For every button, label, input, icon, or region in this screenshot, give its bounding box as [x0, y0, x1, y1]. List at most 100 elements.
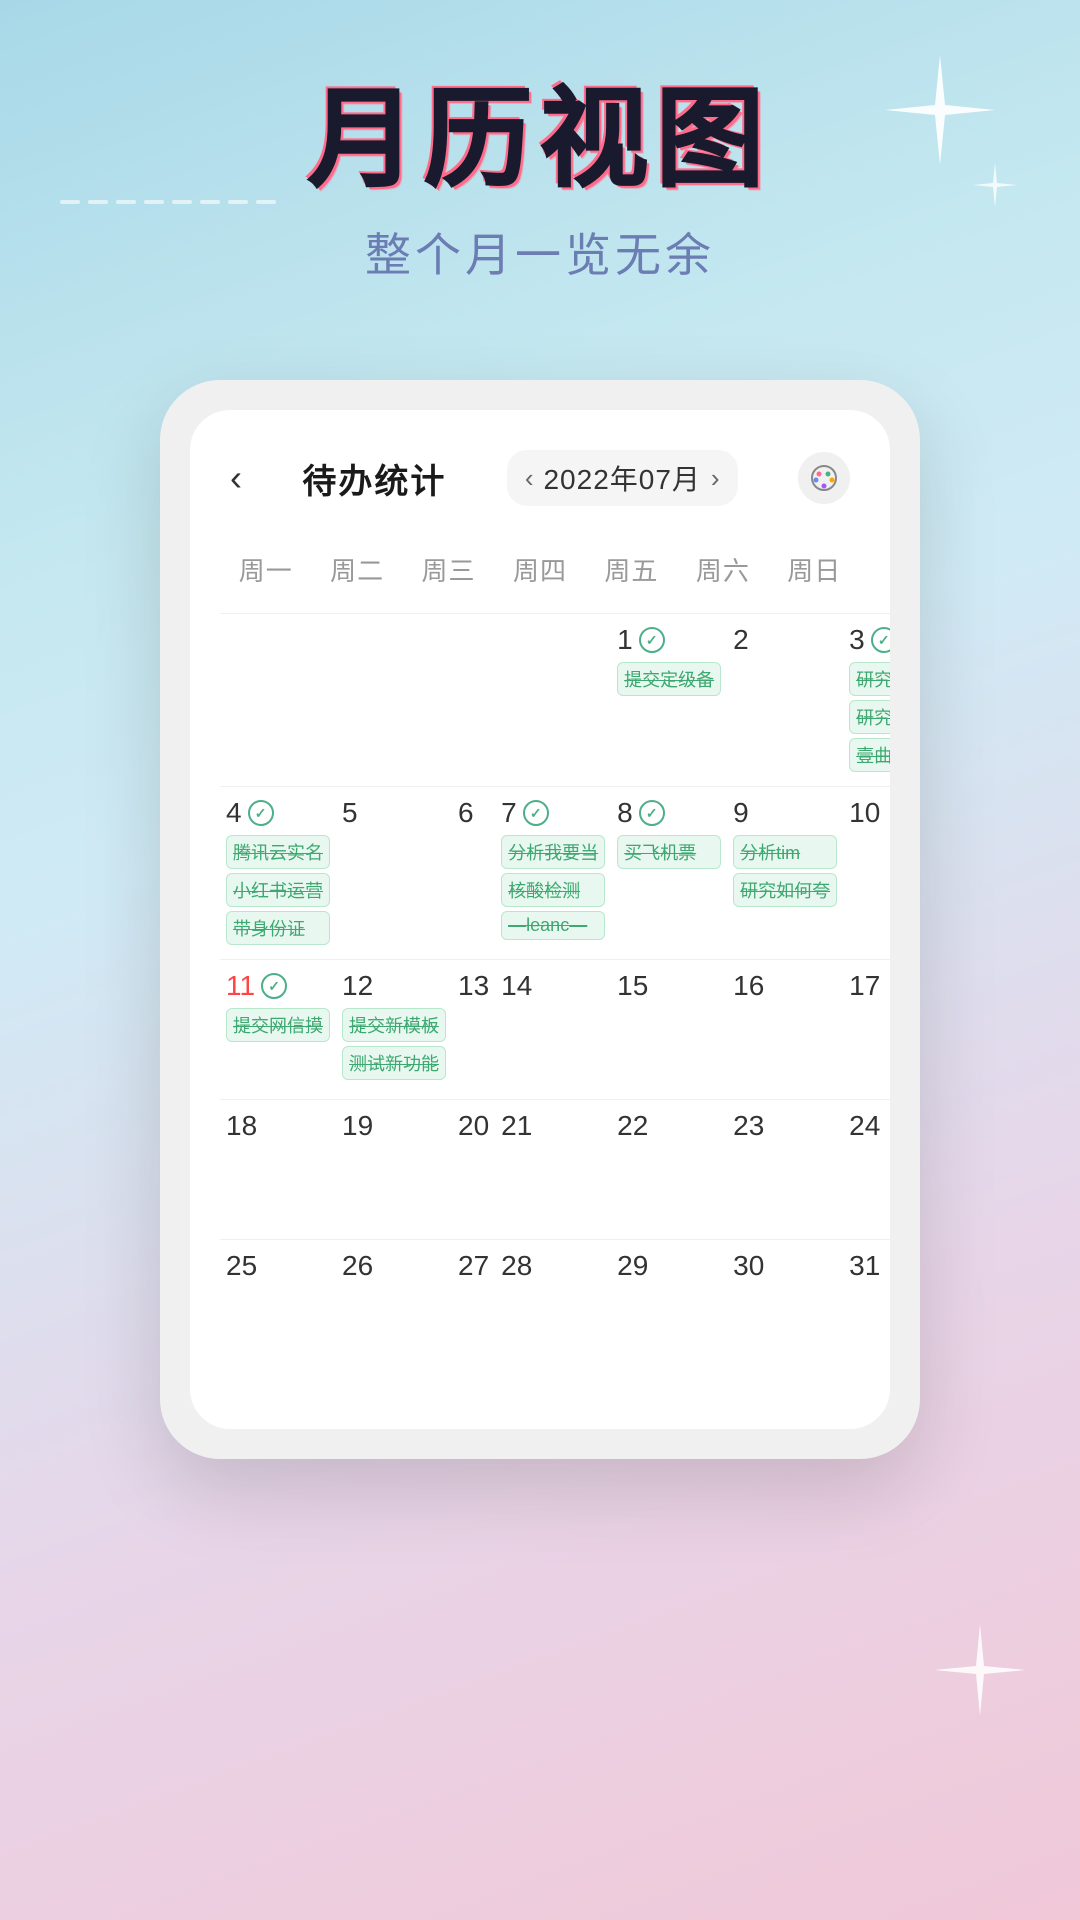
- task-tag[interactable]: 研究如何夸: [733, 873, 837, 907]
- day-number: 20: [458, 1110, 489, 1142]
- day-number: 4: [226, 797, 330, 829]
- main-title: 月历视图: [0, 80, 1080, 199]
- day-number: 21: [501, 1110, 605, 1142]
- calendar-day-4[interactable]: 4 腾讯云实名小红书运营带身份证: [220, 786, 336, 959]
- task-tag[interactable]: 核酸检测: [501, 873, 605, 907]
- theme-button[interactable]: [798, 452, 850, 504]
- day-number: 7: [501, 797, 605, 829]
- calendar-day-6[interactable]: 6: [452, 786, 495, 959]
- back-button[interactable]: ‹: [230, 457, 242, 499]
- day-number: 6: [458, 797, 489, 829]
- day-number: 17: [849, 970, 890, 1002]
- calendar-title: 待办统计: [302, 454, 446, 503]
- calendar-day-8[interactable]: 8 买飞机票: [611, 786, 727, 959]
- calendar-day-21[interactable]: 21: [495, 1099, 611, 1239]
- day-number: 15: [617, 970, 721, 1002]
- task-tag[interactable]: 研究如何复: [849, 662, 890, 696]
- calendar-day-11[interactable]: 11提交网信摸: [220, 959, 336, 1099]
- check-icon: [523, 800, 549, 826]
- task-tag[interactable]: 提交网信摸: [226, 1008, 330, 1042]
- calendar-day-15[interactable]: 15: [611, 959, 727, 1099]
- day-number: 8: [617, 797, 721, 829]
- calendar-day-empty: .: [452, 613, 495, 786]
- task-tag[interactable]: 小红书运营: [226, 873, 330, 907]
- weekday-header-row: 周一 周二 周三 周四 周五 周六 周日: [220, 541, 860, 598]
- calendar-day-29[interactable]: 29: [611, 1239, 727, 1379]
- calendar-day-2[interactable]: 2: [727, 613, 843, 786]
- palette-icon: [810, 464, 838, 492]
- weekday-mon: 周一: [220, 541, 311, 598]
- task-tag[interactable]: 腾讯云实名: [226, 835, 330, 869]
- calendar-day-12[interactable]: 12 提交新模板测试新功能: [336, 959, 452, 1099]
- month-label: 2022年07月: [543, 458, 700, 498]
- day-number-empty: .: [458, 624, 489, 656]
- task-tag[interactable]: —leanc—: [501, 911, 605, 940]
- day-number: 3: [849, 624, 890, 656]
- day-number: 14: [501, 970, 605, 1002]
- day-number-empty: .: [226, 624, 330, 656]
- task-tag[interactable]: 提交新模板: [342, 1008, 446, 1042]
- calendar-day-1[interactable]: 1提交定级备: [611, 613, 727, 786]
- calendar-day-25[interactable]: 25: [220, 1239, 336, 1379]
- day-number: 23: [733, 1110, 837, 1142]
- calendar-day-empty: .: [495, 613, 611, 786]
- calendar-day-17[interactable]: 17: [843, 959, 890, 1099]
- calendar-day-empty: .: [220, 613, 336, 786]
- calendar-day-31[interactable]: 31: [843, 1239, 890, 1379]
- calendar-day-14[interactable]: 14: [495, 959, 611, 1099]
- calendar-day-9[interactable]: 9分析tim研究如何夸: [727, 786, 843, 959]
- day-number: 2: [733, 624, 837, 656]
- day-number: 24: [849, 1110, 890, 1142]
- calendar-day-19[interactable]: 19: [336, 1099, 452, 1239]
- task-tag[interactable]: 分析我要当: [501, 835, 605, 869]
- calendar-day-5[interactable]: 5: [336, 786, 452, 959]
- day-number-empty: .: [501, 624, 605, 656]
- calendar-day-20[interactable]: 20: [452, 1099, 495, 1239]
- day-number: 19: [342, 1110, 446, 1142]
- task-tag[interactable]: 提交定级备: [617, 662, 721, 696]
- phone-inner: ‹ 待办统计 ‹ 2022年07月 › 周一 周二: [190, 410, 890, 1429]
- calendar-day-13[interactable]: 13: [452, 959, 495, 1099]
- calendar-header: ‹ 待办统计 ‹ 2022年07月 ›: [220, 450, 860, 506]
- calendar-day-24[interactable]: 24: [843, 1099, 890, 1239]
- calendar-day-10[interactable]: 10: [843, 786, 890, 959]
- day-number: 12: [342, 970, 446, 1002]
- calendar-day-22[interactable]: 22: [611, 1099, 727, 1239]
- day-number: 22: [617, 1110, 721, 1142]
- weekday-thu: 周四: [494, 541, 585, 598]
- weekday-fri: 周五: [586, 541, 677, 598]
- calendar-day-23[interactable]: 23: [727, 1099, 843, 1239]
- task-tag[interactable]: 测试新功能: [342, 1046, 446, 1080]
- task-tag[interactable]: 分析tim: [733, 835, 837, 869]
- weekday-sun: 周日: [769, 541, 860, 598]
- calendar-day-16[interactable]: 16: [727, 959, 843, 1099]
- check-icon: [871, 627, 890, 653]
- calendar-grid: ....1提交定级备23研究如何复研究如何做壹曲小板4腾讯云实名小红书运营带身份…: [220, 613, 860, 1379]
- day-number: 27: [458, 1250, 489, 1282]
- calendar-day-28[interactable]: 28: [495, 1239, 611, 1379]
- header-area: 月历视图 整个月一览无余: [0, 80, 1080, 285]
- task-tag[interactable]: 带身份证: [226, 911, 330, 945]
- calendar-day-26[interactable]: 26: [336, 1239, 452, 1379]
- calendar-day-30[interactable]: 30: [727, 1239, 843, 1379]
- task-tag[interactable]: 研究如何做: [849, 700, 890, 734]
- day-number: 18: [226, 1110, 330, 1142]
- check-icon: [261, 973, 287, 999]
- day-number: 10: [849, 797, 890, 829]
- day-number: 28: [501, 1250, 605, 1282]
- weekday-sat: 周六: [677, 541, 768, 598]
- calendar-day-18[interactable]: 18: [220, 1099, 336, 1239]
- day-number-empty: .: [342, 624, 446, 656]
- prev-month-button[interactable]: ‹: [525, 463, 534, 494]
- day-number: 29: [617, 1250, 721, 1282]
- task-tag[interactable]: 买飞机票: [617, 835, 721, 869]
- check-icon: [248, 800, 274, 826]
- phone-mockup: ‹ 待办统计 ‹ 2022年07月 › 周一 周二: [160, 380, 920, 1459]
- calendar-day-7[interactable]: 7 分析我要当核酸检测 —leanc—: [495, 786, 611, 959]
- task-tag[interactable]: 壹曲小板: [849, 738, 890, 772]
- sparkle-bottom-right-icon: [930, 1620, 1030, 1720]
- calendar-day-27[interactable]: 27: [452, 1239, 495, 1379]
- next-month-button[interactable]: ›: [711, 463, 720, 494]
- calendar-day-3[interactable]: 3 研究如何复研究如何做壹曲小板: [843, 613, 890, 786]
- weekday-tue: 周二: [311, 541, 402, 598]
